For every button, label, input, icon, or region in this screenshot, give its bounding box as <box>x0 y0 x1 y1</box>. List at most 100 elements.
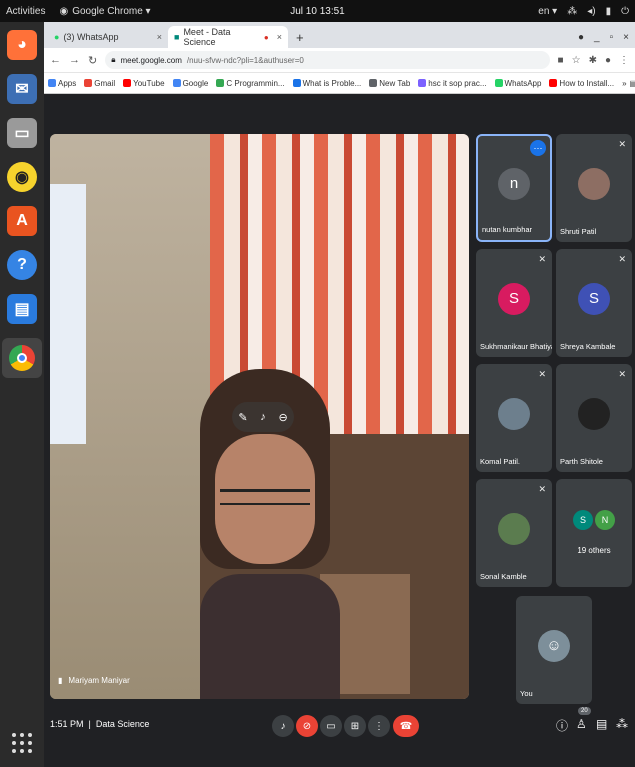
others-tile[interactable]: S N 19 others <box>556 479 632 587</box>
tab-label: Meet - Data Science <box>183 27 231 47</box>
address-bar[interactable]: 🔒︎ meet.google.com/nuu-sfvw-ndc?pli=1&au… <box>105 51 550 69</box>
extensions-icon[interactable]: ✱ <box>589 55 597 66</box>
menu-icon[interactable]: ⋮ <box>619 55 629 66</box>
chrome-icon: ◉ <box>59 5 69 17</box>
bookmark-item[interactable]: How to Install... <box>549 79 614 88</box>
tile-name: Sonal Kamble <box>480 572 527 581</box>
firefox-icon[interactable]: ◕ <box>7 30 37 60</box>
new-tab-button[interactable]: + <box>288 26 312 48</box>
reading-list[interactable]: »▤Reading list <box>622 79 635 88</box>
bookmark-label: How to Install... <box>559 78 615 88</box>
main-video-tile[interactable]: ✎ ♪ ⊖ ▮ Mariyam Maniyar <box>50 134 469 699</box>
mic-off-icon: ✕ <box>538 484 546 494</box>
bookmark-icon <box>84 79 93 87</box>
activities-icon[interactable]: ⁂ <box>616 717 628 731</box>
present-icon: ⊞ <box>350 720 360 732</box>
tile-name: Shreya Kambale <box>560 342 616 351</box>
bookmark-icon <box>172 79 181 87</box>
tab-search-icon[interactable]: ● <box>578 32 584 43</box>
remove-icon[interactable]: ⊖ <box>278 411 287 424</box>
toolbar: ← → ↻ 🔒︎ meet.google.com/nuu-sfvw-ndc?pl… <box>44 48 635 72</box>
bookmark-item[interactable]: Gmail <box>84 79 115 88</box>
maximize-icon[interactable]: ▫ <box>610 32 614 43</box>
clock[interactable]: Jul 10 13:51 <box>290 6 345 17</box>
volume-icon: ◂) <box>587 5 596 17</box>
activities-button[interactable]: Activities <box>6 6 45 17</box>
back-icon[interactable]: ← <box>50 54 61 66</box>
forward-icon[interactable]: → <box>69 54 80 66</box>
bookmark-icon <box>549 79 558 87</box>
tile-name: Shruti Patil <box>560 227 597 236</box>
files-icon[interactable]: ▭ <box>7 118 37 148</box>
participant-avatar <box>498 397 530 430</box>
bookmark-item[interactable]: hsc it sop prac... <box>418 79 487 88</box>
more-options-icon[interactable]: ⋯ <box>530 140 546 156</box>
chat-icon[interactable]: ▤ <box>596 717 607 731</box>
mic-off-icon: ✕ <box>618 369 626 379</box>
system-top-bar: Activities ◉ Google Chrome ▾ Jul 10 13:5… <box>0 0 635 22</box>
participant-tile[interactable]: ✕ Sonal Kamble <box>476 479 552 587</box>
app-menu[interactable]: ◉ Google Chrome ▾ <box>59 6 150 17</box>
leave-call-button[interactable]: ☎ <box>393 715 419 737</box>
bookmark-icon <box>216 79 225 87</box>
bookmark-item[interactable]: Apps <box>48 79 76 88</box>
bookmark-item[interactable]: Google <box>172 78 209 88</box>
help-icon[interactable]: ? <box>7 250 37 280</box>
separator: | <box>88 719 91 729</box>
participant-avatar <box>578 167 610 200</box>
people-button[interactable]: 20 ♙ <box>576 707 591 731</box>
participant-tile[interactable]: ✕ Komal Patil. <box>476 364 552 472</box>
writer-icon[interactable]: ▤ <box>7 294 37 324</box>
close-window-icon[interactable]: × <box>623 32 629 43</box>
meeting-info: 1:51 PM | Data Science <box>50 719 149 729</box>
reload-icon[interactable]: ↻ <box>88 54 97 67</box>
participant-tile[interactable]: S ✕ Sukhmanikaur Bhatiya <box>476 249 552 357</box>
participant-tile[interactable]: ✕ Shruti Patil <box>556 134 632 242</box>
more-options-button[interactable]: ⋮ <box>368 715 390 737</box>
software-center-icon[interactable]: A <box>7 206 37 236</box>
bookmark-item[interactable]: WhatsApp <box>494 79 541 88</box>
more-bookmarks-icon[interactable]: » <box>622 79 626 88</box>
present-button[interactable]: ⊞ <box>344 715 366 737</box>
participant-avatar <box>578 397 610 430</box>
reading-list-icon: ▤ <box>630 79 635 88</box>
camera-off-button[interactable]: ⊘ <box>296 715 318 737</box>
participant-avatar <box>498 512 530 545</box>
pin-icon[interactable]: ✎ <box>238 411 247 424</box>
thunderbird-icon[interactable]: ✉ <box>7 74 37 104</box>
minimize-icon[interactable]: _ <box>594 32 600 43</box>
captions-button[interactable]: ▭ <box>320 715 342 737</box>
bookmark-label: Gmail <box>94 78 116 88</box>
bookmark-label: Google <box>182 78 209 88</box>
tab-meet[interactable]: ■ Meet - Data Science ● × <box>168 26 288 48</box>
rhythmbox-icon[interactable]: ◉ <box>7 162 37 192</box>
chrome-dock-icon[interactable] <box>2 338 42 378</box>
language-indicator[interactable]: en ▾ <box>538 6 557 17</box>
show-applications-icon[interactable] <box>12 733 32 753</box>
self-tile[interactable]: ☺ You <box>516 596 592 704</box>
close-tab-icon[interactable]: × <box>277 32 282 42</box>
mic-off-icon: ✕ <box>618 139 626 149</box>
close-tab-icon[interactable]: × <box>157 32 162 42</box>
meeting-details-icon[interactable]: ⓘ <box>556 717 568 734</box>
others-avatars: SN <box>573 510 615 531</box>
profile-avatar[interactable]: ● <box>605 55 611 66</box>
camera-in-use-icon[interactable]: ■ <box>558 55 564 66</box>
bookmark-item[interactable]: New Tab <box>369 79 410 88</box>
bookmark-item[interactable]: What is Proble... <box>292 79 361 88</box>
extensions-area: ■ ☆ ✱ ● ⋮ <box>558 55 629 66</box>
participant-tile[interactable]: n ⋯ nutan kumbhar <box>476 134 552 242</box>
app-menu-label: Google Chrome ▾ <box>72 5 151 17</box>
bookmark-item[interactable]: YouTube <box>123 79 165 88</box>
mute-participant-icon[interactable]: ♪ <box>260 411 266 423</box>
system-tray[interactable]: en ▾ ⁂ ◂) ▮ ⏻ <box>538 6 629 17</box>
tile-name: Komal Patil. <box>480 457 521 466</box>
bookmark-star-icon[interactable]: ☆ <box>572 55 581 66</box>
speaker-nametag: ▮ Mariyam Maniyar <box>58 676 130 685</box>
participant-tile[interactable]: S ✕ Shreya Kambale <box>556 249 632 357</box>
tab-whatsapp[interactable]: ● (3) WhatsApp × <box>48 26 168 48</box>
others-label: 19 others <box>577 545 611 555</box>
bookmark-item[interactable]: C Programmin... <box>216 79 285 88</box>
microphone-button[interactable]: ♪ <box>272 715 294 737</box>
participant-tile[interactable]: ✕ Parth Shitole <box>556 364 632 472</box>
